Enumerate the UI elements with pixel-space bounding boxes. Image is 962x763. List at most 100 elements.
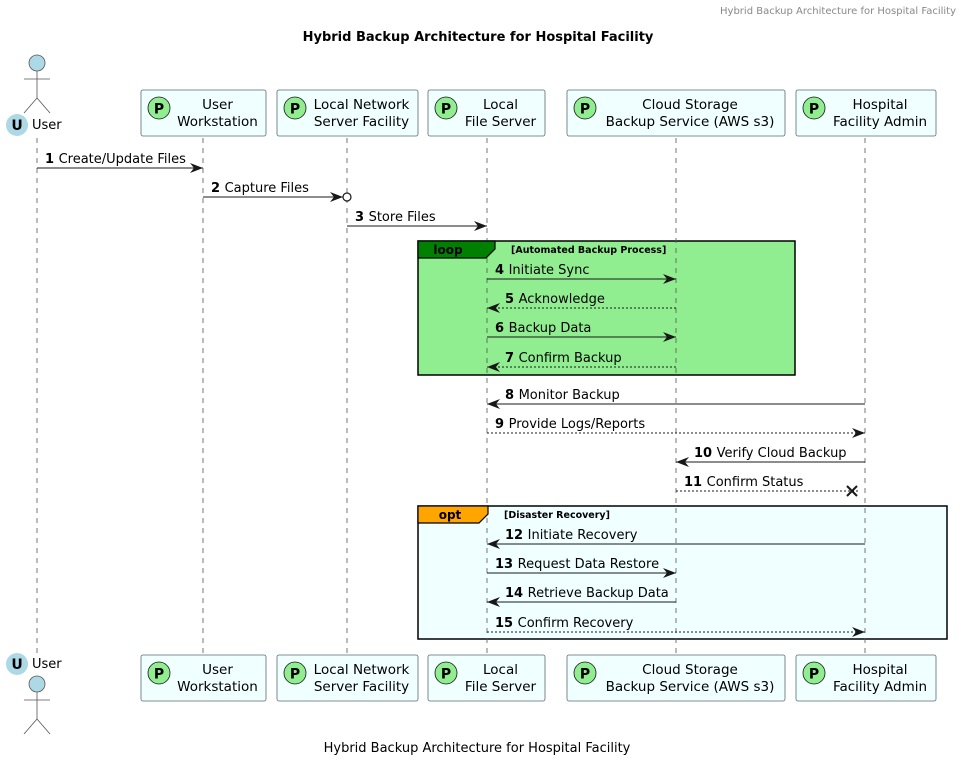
message-label: 8 Monitor Backup bbox=[505, 388, 620, 403]
message-text: Backup Data bbox=[509, 321, 592, 336]
message-label: 1 Create/Update Files bbox=[45, 152, 186, 167]
stereotype-badge-letter: P bbox=[154, 667, 164, 683]
message-number: 7 bbox=[505, 351, 519, 366]
message-1: 1 Create/Update Files bbox=[37, 152, 203, 173]
actor-leg-left bbox=[23, 97, 38, 114]
participant-name-line: Server Facility bbox=[314, 679, 409, 695]
stereotype-badge-letter: P bbox=[580, 102, 590, 118]
participant-name-line: Backup Service (AWS s3) bbox=[606, 114, 775, 130]
message-label: 11 Confirm Status bbox=[684, 475, 804, 490]
message-label: 2 Capture Files bbox=[211, 181, 309, 196]
participant-name-line: Local bbox=[483, 662, 518, 678]
actor-name: User bbox=[32, 657, 62, 672]
participant-name-line: Facility Admin bbox=[833, 114, 927, 130]
diagram-title: Hybrid Backup Architecture for Hospital … bbox=[303, 30, 654, 45]
message-label: 7 Confirm Backup bbox=[505, 351, 622, 366]
participant-name-line: Cloud Storage bbox=[642, 662, 738, 678]
participant-lfs-bottom: P LocalFile Server bbox=[427, 654, 546, 702]
message-3: 3 Store Files bbox=[347, 210, 487, 231]
message-label: 9 Provide Logs/Reports bbox=[495, 417, 645, 432]
fragment-condition: [Disaster Recovery] bbox=[504, 510, 610, 521]
actor-head-icon bbox=[28, 675, 46, 693]
participant-admin-top: P HospitalFacility Admin bbox=[795, 89, 937, 137]
fragment-keyword: loop bbox=[433, 243, 463, 257]
message-number: 8 bbox=[505, 388, 519, 403]
message-label: 14 Retrieve Backup Data bbox=[505, 586, 669, 601]
message-10: 10 Verify Cloud Backup bbox=[676, 446, 865, 467]
fragment-condition: [Automated Backup Process] bbox=[511, 245, 666, 256]
participant-name-line: Workstation bbox=[177, 679, 258, 695]
message-text: Capture Files bbox=[225, 181, 310, 196]
message-label: 3 Store Files bbox=[355, 210, 436, 225]
lost-circle-icon bbox=[342, 192, 352, 202]
message-label: 4 Initiate Sync bbox=[495, 263, 590, 278]
message-text: Verify Cloud Backup bbox=[717, 446, 847, 461]
actor-leg-left bbox=[23, 718, 38, 735]
participant-name-line: File Server bbox=[465, 114, 537, 130]
stereotype-badge-letter: P bbox=[154, 102, 164, 118]
stereotype-badge-letter: P bbox=[809, 102, 819, 118]
participant-name-line: User bbox=[202, 97, 233, 113]
stereotype-badge-letter: P bbox=[290, 667, 300, 683]
participant-ws-top: P UserWorkstation bbox=[140, 89, 267, 137]
message-text: Store Files bbox=[369, 210, 436, 225]
message-text: Confirm Recovery bbox=[518, 616, 634, 631]
participant-name-line: Hospital bbox=[852, 662, 907, 678]
actor-leg-right bbox=[36, 718, 51, 735]
participant-name-line: Workstation bbox=[177, 114, 258, 130]
participant-user-bottom: U User bbox=[6, 653, 62, 735]
message-label: 10 Verify Cloud Backup bbox=[694, 446, 847, 461]
message-text: Initiate Recovery bbox=[528, 528, 638, 543]
participant-ws-bottom: P UserWorkstation bbox=[140, 654, 267, 702]
participant-admin-bottom: P HospitalFacility Admin bbox=[795, 654, 937, 702]
message-text: Request Data Restore bbox=[518, 557, 659, 572]
participant-lns-bottom: P Local NetworkServer Facility bbox=[276, 654, 419, 702]
message-11: 11 Confirm Status bbox=[676, 475, 859, 497]
actor-leg-right bbox=[36, 97, 51, 114]
message-number: 11 bbox=[684, 475, 707, 490]
message-2: 2 Capture Files bbox=[203, 181, 352, 202]
participant-name-line: Hospital bbox=[852, 97, 907, 113]
message-label: 15 Confirm Recovery bbox=[495, 616, 634, 631]
fragments-layer bbox=[417, 240, 948, 640]
message-text: Confirm Backup bbox=[519, 351, 622, 366]
fragment-keyword: opt bbox=[439, 508, 462, 522]
message-number: 2 bbox=[211, 181, 225, 196]
message-13: 13 Request Data Restore bbox=[487, 557, 676, 578]
message-text: Monitor Backup bbox=[519, 388, 620, 403]
participant-name-line: Cloud Storage bbox=[642, 97, 738, 113]
participant-name-line: User bbox=[202, 662, 233, 678]
message-label: 5 Acknowledge bbox=[505, 292, 605, 307]
message-number: 6 bbox=[495, 321, 509, 336]
stereotype-badge-letter: P bbox=[441, 102, 451, 118]
message-label: 12 Initiate Recovery bbox=[505, 528, 638, 543]
participant-name-line: Local bbox=[483, 97, 518, 113]
message-label: 13 Request Data Restore bbox=[495, 557, 659, 572]
message-number: 9 bbox=[495, 417, 509, 432]
message-number: 1 bbox=[45, 152, 59, 167]
message-number: 13 bbox=[495, 557, 518, 572]
message-number: 3 bbox=[355, 210, 369, 225]
diagram-footer: Hybrid Backup Architecture for Hospital … bbox=[324, 741, 631, 756]
participant-name-line: Local Network bbox=[314, 97, 410, 113]
participant-name-line: File Server bbox=[465, 679, 537, 695]
message-number: 5 bbox=[505, 292, 519, 307]
actor-name: User bbox=[32, 118, 62, 133]
participant-lns-top: P Local NetworkServer Facility bbox=[276, 89, 419, 137]
participant-name-line: Backup Service (AWS s3) bbox=[606, 679, 775, 695]
message-number: 15 bbox=[495, 616, 518, 631]
participant-cloud-bottom: P Cloud StorageBackup Service (AWS s3) bbox=[566, 654, 786, 702]
message-number: 12 bbox=[505, 528, 528, 543]
participant-user-top: U User bbox=[6, 54, 62, 136]
message-label: 6 Backup Data bbox=[495, 321, 591, 336]
message-text: Provide Logs/Reports bbox=[509, 417, 646, 432]
participant-cloud-top: P Cloud StorageBackup Service (AWS s3) bbox=[566, 89, 786, 137]
stereotype-badge-letter: P bbox=[809, 667, 819, 683]
actor-head-icon bbox=[28, 54, 46, 72]
stereotype-badge-letter: P bbox=[290, 102, 300, 118]
message-text: Initiate Sync bbox=[509, 263, 590, 278]
participant-lfs-top: P LocalFile Server bbox=[427, 89, 546, 137]
message-14: 14 Retrieve Backup Data bbox=[487, 586, 676, 607]
participant-name-line: Server Facility bbox=[314, 114, 409, 130]
message-number: 14 bbox=[505, 586, 528, 601]
